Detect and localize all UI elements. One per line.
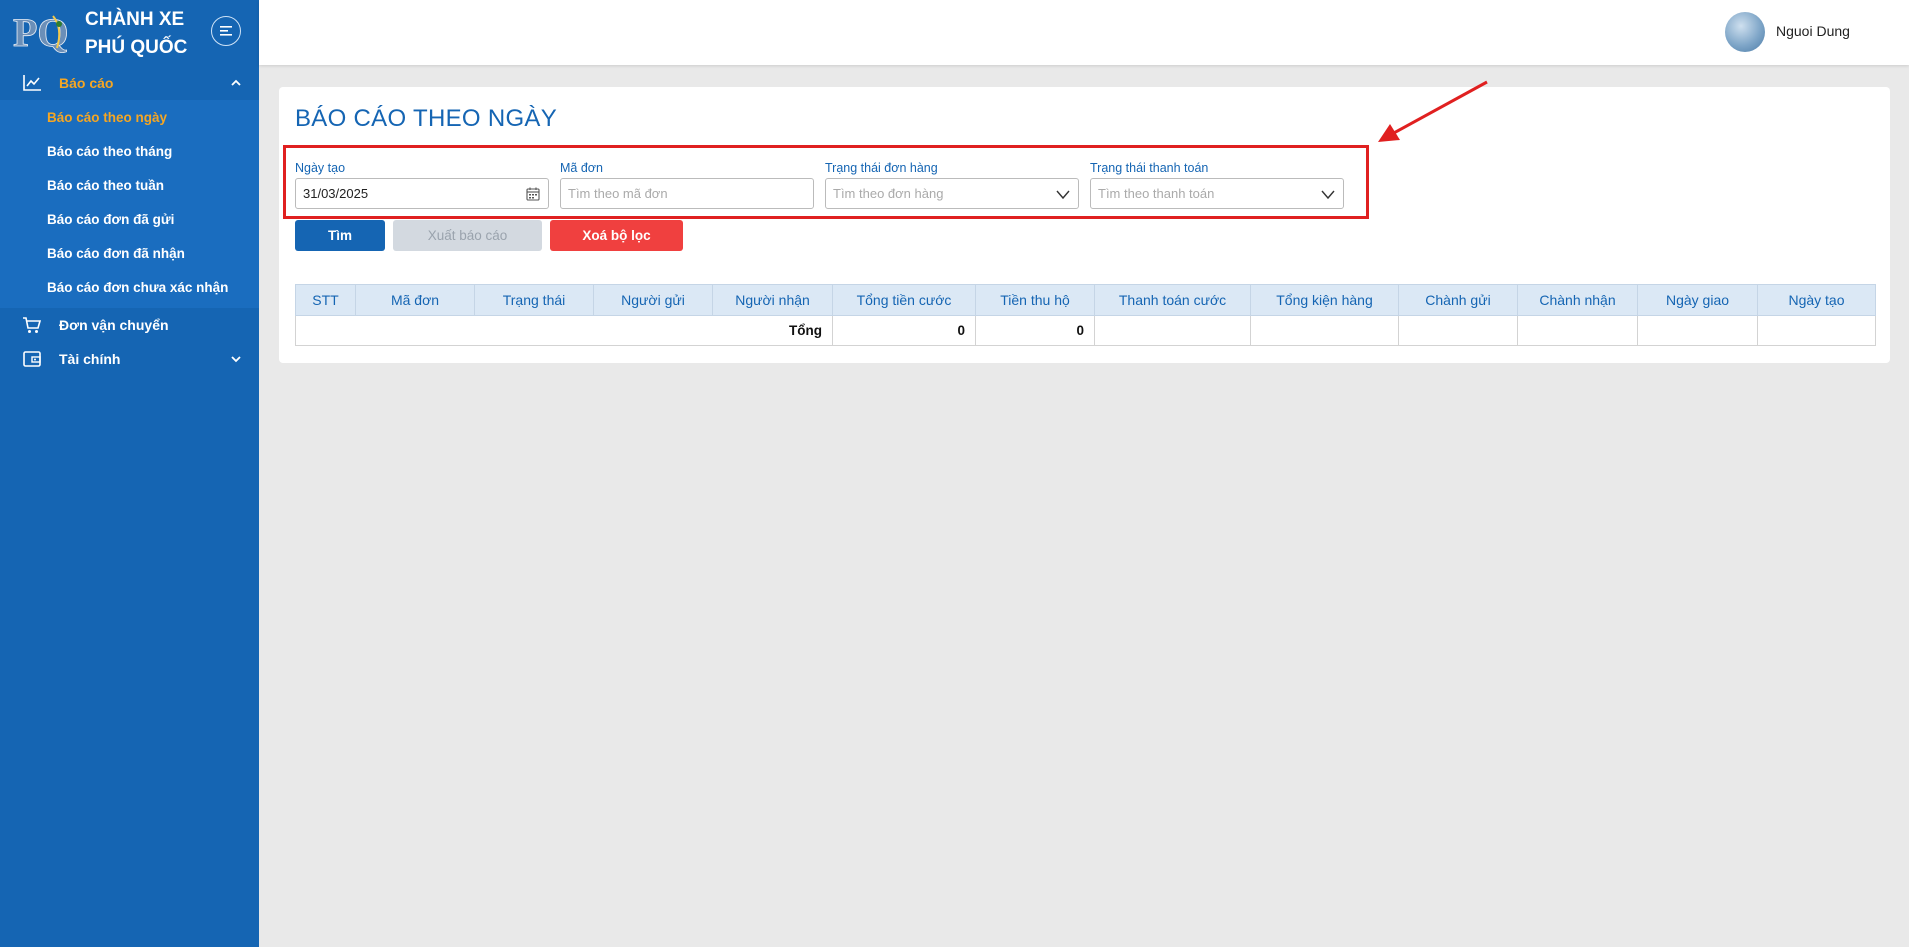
- table-cell: [1094, 315, 1251, 346]
- menu-lines-icon: [220, 26, 232, 36]
- user-name[interactable]: Nguoi Dung: [1776, 23, 1850, 39]
- export-report-button[interactable]: Xuất báo cáo: [393, 220, 542, 251]
- created-date-field[interactable]: [295, 178, 549, 209]
- search-button[interactable]: Tìm: [295, 220, 385, 251]
- order-code-field[interactable]: [560, 178, 814, 209]
- brand-title: CHÀNH XE PHÚ QUỐC: [85, 6, 187, 62]
- bao-cao-submenu: Báo cáo theo ngày Báo cáo theo tháng Báo…: [0, 100, 259, 308]
- table-cell: [1398, 315, 1518, 346]
- column-header: Người nhận: [712, 284, 833, 316]
- sidebar-item-bao-cao-theo-tuan[interactable]: Báo cáo theo tuần: [0, 169, 259, 203]
- chevron-down-icon[interactable]: [1056, 187, 1070, 201]
- company-logo: PQ: [13, 10, 67, 54]
- chevron-down-icon[interactable]: [1321, 187, 1335, 201]
- payment-status-input[interactable]: [1098, 179, 1308, 208]
- calendar-icon[interactable]: [526, 187, 540, 201]
- table-cell: [1517, 315, 1638, 346]
- line-chart-icon: [23, 75, 41, 91]
- column-header: Mã đơn: [355, 284, 475, 316]
- table-cell: [1637, 315, 1758, 346]
- sidebar-item-don-van-chuyen[interactable]: Đơn vận chuyển: [0, 308, 259, 342]
- created-date-input[interactable]: [303, 179, 513, 208]
- table-header-row: STT Mã đơn Trạng thái Người gửi Người nh…: [295, 284, 1876, 316]
- created-date-label: Ngày tạo: [295, 161, 346, 175]
- sidebar-item-label: Tài chính: [59, 351, 121, 367]
- column-header: Tiền thu hộ: [975, 284, 1095, 316]
- column-header: Người gửi: [593, 284, 713, 316]
- sidebar-item-label: Đơn vận chuyển: [59, 317, 169, 333]
- wallet-icon: [23, 351, 41, 367]
- table-cell: [1250, 315, 1399, 346]
- cart-icon: [23, 317, 42, 333]
- order-status-input[interactable]: [833, 179, 1043, 208]
- table-total-row: Tổng 0 0: [295, 315, 1876, 346]
- column-header: STT: [295, 284, 356, 316]
- sidebar-item-label: Báo cáo: [59, 75, 114, 91]
- sidebar-item-bao-cao-don-chua-xac-nhan[interactable]: Báo cáo đơn chưa xác nhận: [0, 271, 259, 305]
- total-fee-cell: 0: [832, 315, 976, 346]
- sidebar-item-bao-cao-don-da-nhan[interactable]: Báo cáo đơn đã nhận: [0, 237, 259, 271]
- brand-line-2: PHÚ QUỐC: [85, 37, 188, 58]
- sidebar-item-bao-cao-don-da-gui[interactable]: Báo cáo đơn đã gửi: [0, 203, 259, 237]
- column-header: Ngày giao: [1637, 284, 1758, 316]
- sidebar-nav: Báo cáo Báo cáo theo ngày Báo cáo theo t…: [0, 66, 259, 376]
- order-code-label: Mã đơn: [560, 161, 603, 175]
- column-header: Chành gửi: [1398, 284, 1518, 316]
- brand: PQ CHÀNH XE PHÚ QUỐC: [0, 0, 259, 66]
- user-avatar[interactable]: [1725, 12, 1765, 52]
- report-table: STT Mã đơn Trạng thái Người gửi Người nh…: [295, 284, 1876, 346]
- column-header: Chành nhận: [1517, 284, 1638, 316]
- sidebar-item-bao-cao-theo-thang[interactable]: Báo cáo theo tháng: [0, 135, 259, 169]
- sidebar-item-bao-cao-theo-ngay[interactable]: Báo cáo theo ngày: [0, 101, 259, 135]
- report-card: BÁO CÁO THEO NGÀY Ngày tạo Mã đơn Trạng …: [279, 87, 1890, 363]
- order-status-select[interactable]: [825, 178, 1079, 209]
- column-header: Tổng kiện hàng: [1250, 284, 1399, 316]
- menu-toggle-button[interactable]: [211, 16, 241, 46]
- clear-filters-button[interactable]: Xoá bộ lọc: [550, 220, 683, 251]
- column-header: Ngày tạo: [1757, 284, 1876, 316]
- chevron-up-icon: [231, 79, 241, 86]
- annotation-arrow-icon: [1378, 80, 1488, 142]
- sidebar-item-tai-chinh[interactable]: Tài chính: [0, 342, 259, 376]
- total-cod-cell: 0: [975, 315, 1095, 346]
- sidebar-item-bao-cao[interactable]: Báo cáo: [0, 66, 259, 100]
- order-code-input[interactable]: [568, 179, 778, 208]
- order-status-label: Trạng thái đơn hàng: [825, 161, 938, 175]
- brand-line-1: CHÀNH XE: [85, 9, 185, 30]
- sidebar: PQ CHÀNH XE PHÚ QUỐC Báo cáo Báo cáo the…: [0, 0, 259, 947]
- total-label-cell: Tổng: [295, 315, 833, 346]
- column-header: Thanh toán cước: [1094, 284, 1251, 316]
- chevron-down-icon: [231, 356, 241, 363]
- column-header: Tổng tiền cước: [832, 284, 976, 316]
- column-header: Trạng thái: [474, 284, 594, 316]
- page-title: BÁO CÁO THEO NGÀY: [295, 105, 558, 132]
- table-cell: [1757, 315, 1876, 346]
- payment-status-select[interactable]: [1090, 178, 1344, 209]
- top-header: Nguoi Dung: [259, 0, 1909, 65]
- payment-status-label: Trạng thái thanh toán: [1090, 161, 1209, 175]
